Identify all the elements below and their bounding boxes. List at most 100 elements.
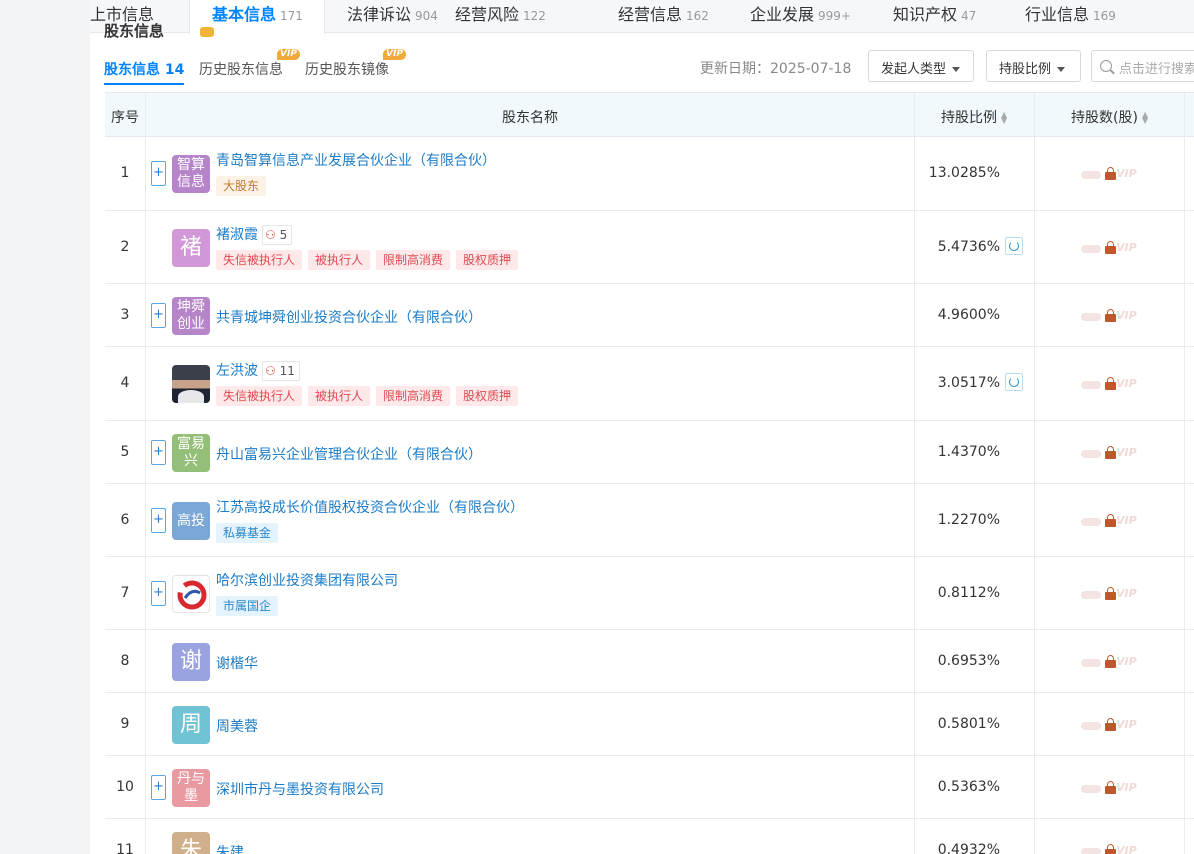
shareholder-name: 左洪波 [216,363,258,379]
shareholder-name-link[interactable]: 朱建 [216,842,244,854]
lock-icon [1105,240,1116,254]
table-row: 1 + 智算 信息 青岛智算信息产业发展合伙企业（有限合伙） 大股东 13.0285% VIP [105,137,1194,211]
shareholder-name-link[interactable]: 青岛智算信息产业发展合伙企业（有限合伙） [216,150,496,170]
expand-button[interactable]: + [151,580,166,606]
subtab-shareholders-label: 股东信息 [104,62,160,78]
column-divider [1184,693,1185,755]
vip-locked-shares[interactable]: VIP [1081,654,1141,671]
subtab-history-shareholders[interactable]: 历史股东信息 VIP [199,49,300,79]
vip-locked-shares[interactable]: VIP [1081,240,1141,257]
shareholder-avatar: 朱 [172,831,210,854]
vip-locked-shares[interactable]: VIP [1081,377,1141,393]
shareholder-name-link[interactable]: 左洪波 ⚇ 11 [216,360,300,381]
equity-chart-icon[interactable] [1005,236,1023,255]
sort-icon: ▲ ▼ [1001,110,1008,125]
row-index: 4 [120,375,130,391]
row-index: 9 [120,715,130,732]
holding-ratio: 4.9600% [937,306,1000,323]
row-index: 6 [120,511,130,528]
vip-locked-shares[interactable]: VIP [1081,586,1141,603]
shareholder-name-link[interactable]: 谢楷华 [216,653,258,673]
vip-watermark: VIP [1116,377,1137,390]
company-logo [172,574,210,613]
risk-tag[interactable]: 市属国企 [216,595,279,616]
vip-locked-shares[interactable]: VIP [1081,780,1141,797]
vip-locked-shares[interactable]: VIP [1081,167,1141,183]
filter-initiator-type-dropdown[interactable]: 发起人类型 [868,50,974,82]
shareholder-name-link[interactable]: 褚淑霞 ⚇ 5 [216,224,293,245]
column-divider [914,347,915,420]
vip-locked-shares[interactable]: VIP [1081,445,1141,462]
tab-item[interactable]: 知识产权 47 [893,0,1025,33]
shareholder-name-link[interactable]: 深圳市丹与墨投资有限公司 [216,779,384,799]
subtab-mirror-label: 历史股东镜像 [305,62,389,78]
shareholder-name-link[interactable]: 江苏高投成长价值股权投资合伙企业（有限合伙） [216,497,524,517]
blurred-value [1081,847,1101,854]
vip-badge: VIP [277,49,300,60]
vip-locked-shares[interactable]: VIP [1081,513,1141,530]
vip-watermark: VIP [1116,654,1137,668]
column-divider [914,693,915,755]
column-divider [914,630,915,692]
risk-tag[interactable]: 限制高消费 [376,249,451,270]
risk-tag[interactable]: 失信被执行人 [216,249,303,270]
tab-item[interactable]: 行业信息 169 [1025,0,1155,33]
vip-locked-shares[interactable]: VIP [1081,843,1141,854]
risk-tag[interactable]: 失信被执行人 [216,386,303,406]
column-divider [1184,211,1185,283]
expand-button[interactable]: + [151,507,166,533]
risk-tag[interactable]: 股权质押 [456,249,519,270]
risk-tag[interactable]: 私募基金 [216,522,279,543]
table-row: 7 + 哈尔滨创业投资集团有限公司 市属国企 0.8112% VIP [105,557,1194,630]
tab-label: 经营信息 [618,5,683,24]
subtab-history-mirror[interactable]: 历史股东镜像 VIP [305,49,406,79]
row-index: 2 [120,238,130,255]
expand-button[interactable]: + [151,302,166,328]
blurred-value [1081,721,1101,730]
vip-watermark: VIP [1116,717,1137,731]
relation-badge[interactable]: ⚇ 11 [262,361,300,381]
column-divider [1034,630,1035,692]
tab-item[interactable]: 经营信息 162 [618,0,750,33]
expand-button[interactable]: + [151,161,166,186]
equity-chart-icon[interactable] [1005,373,1023,391]
risk-tag[interactable]: 被执行人 [308,249,371,270]
lock-icon [1105,513,1116,527]
tab-count: 904 [415,9,438,23]
column-divider [1034,756,1035,818]
header-ratio[interactable]: 持股比例 ▲ ▼ [941,107,1007,127]
column-divider [1034,819,1035,854]
shareholder-name-link[interactable]: 共青城坤舜创业投资合伙企业（有限合伙） [216,307,482,327]
blurred-value [1081,658,1101,667]
header-shares[interactable]: 持股数(股) ▲ ▼ [1071,107,1148,127]
relation-badge[interactable]: ⚇ 5 [262,224,293,245]
shareholder-name-link[interactable]: 哈尔滨创业投资集团有限公司 [216,570,398,590]
risk-tag[interactable]: 被执行人 [308,386,371,406]
column-divider [914,284,915,346]
lock-icon [1105,377,1116,390]
vip-locked-shares[interactable]: VIP [1081,717,1141,734]
filter-ratio-dropdown[interactable]: 持股比例 [986,50,1081,82]
column-divider [1184,421,1185,483]
relation-graph-icon: ⚇ [265,364,280,378]
risk-tag[interactable]: 限制高消费 [376,386,451,406]
blurred-value [1081,244,1101,253]
bell-icon [200,26,215,37]
holding-ratio: 0.5801% [937,715,1000,732]
expand-button[interactable]: + [151,439,166,465]
vip-locked-shares[interactable]: VIP [1081,308,1141,325]
risk-tag[interactable]: 股权质押 [456,386,519,406]
risk-tag[interactable]: 大股东 [216,176,267,196]
search-input[interactable]: 点击进行搜索 [1091,50,1194,82]
tab-item[interactable]: 经营风险 122 [455,0,588,33]
shareholder-name-link[interactable]: 舟山富易兴企业管理合伙企业（有限合伙） [216,444,482,464]
table-row: 8 谢谢楷华 0.6953% VIP [105,630,1194,693]
column-divider [1184,819,1185,854]
relation-count: 5 [279,227,288,242]
tag-list: 失信被执行人 被执行人 限制高消费 股权质押 [216,249,524,270]
shareholder-name-link[interactable]: 周美蓉 [216,716,258,736]
expand-button[interactable]: + [151,774,166,800]
tab-item[interactable]: 企业发展 999+ [750,0,893,33]
subtab-shareholders[interactable]: 股东信息 14 [104,59,185,85]
tab-item[interactable]: 法律诉讼 904 [347,0,455,33]
